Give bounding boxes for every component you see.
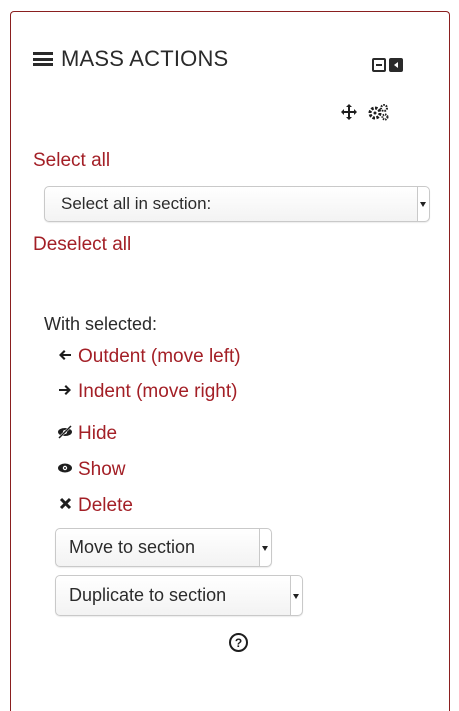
block-header: MASS ACTIONS xyxy=(33,46,228,72)
show-label: Show xyxy=(78,459,126,480)
delete-x-icon xyxy=(57,497,73,515)
select-all-in-section-dropdown[interactable]: Select all in section: xyxy=(44,186,430,222)
help-icon[interactable]: ? xyxy=(229,633,248,652)
chevron-down-icon xyxy=(290,576,302,615)
hide-label: Hide xyxy=(78,423,118,444)
show-action[interactable]: Show xyxy=(57,459,126,481)
indent-action[interactable]: Indent (move right) xyxy=(57,381,237,403)
eye-icon xyxy=(57,461,73,479)
deselect-all-link[interactable]: Deselect all xyxy=(33,234,131,256)
outdent-label: Outdent (move left) xyxy=(78,346,241,367)
indent-label: Indent (move right) xyxy=(78,381,238,402)
arrow-left-icon xyxy=(57,348,73,367)
hide-action[interactable]: Hide xyxy=(57,423,117,445)
chevron-down-icon xyxy=(259,529,271,566)
arrow-right-icon xyxy=(57,383,73,402)
block-title: MASS ACTIONS xyxy=(61,46,229,71)
move-to-section-dropdown[interactable]: Move to section xyxy=(55,528,272,567)
delete-action[interactable]: Delete xyxy=(57,495,133,517)
outdent-action[interactable]: Outdent (move left) xyxy=(57,346,241,368)
move-to-section-value: Move to section xyxy=(69,537,196,557)
collapse-icon[interactable] xyxy=(372,58,386,72)
select-all-in-section-value: Select all in section: xyxy=(61,194,212,213)
eye-slash-icon xyxy=(57,424,73,444)
chevron-down-icon xyxy=(417,187,429,221)
menu-icon[interactable] xyxy=(33,52,53,66)
block-controls xyxy=(372,58,403,72)
move-icon[interactable] xyxy=(340,103,358,126)
duplicate-to-section-value: Duplicate to section xyxy=(69,585,227,605)
gears-icon[interactable] xyxy=(368,103,390,126)
dock-icon[interactable] xyxy=(389,58,403,72)
duplicate-to-section-dropdown[interactable]: Duplicate to section xyxy=(55,575,303,616)
block-tools xyxy=(340,103,390,126)
delete-label: Delete xyxy=(78,495,133,516)
select-all-link[interactable]: Select all xyxy=(33,150,110,172)
with-selected-label: With selected: xyxy=(44,314,158,334)
